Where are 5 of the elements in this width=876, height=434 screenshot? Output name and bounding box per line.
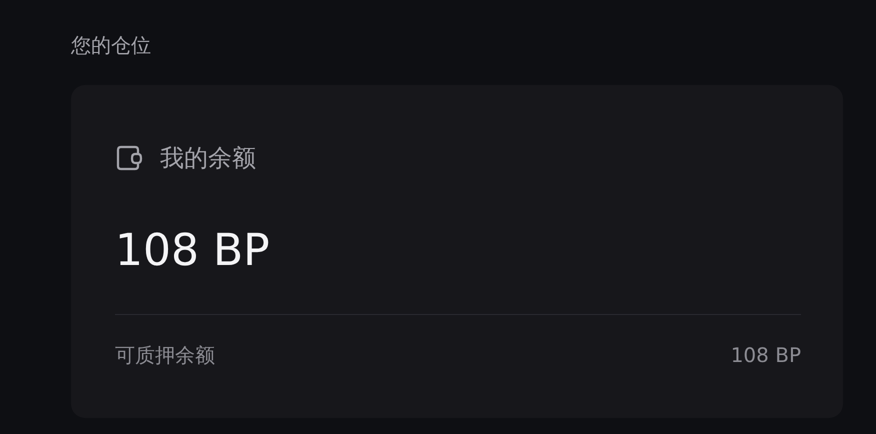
card-title: 我的余额 — [160, 143, 256, 174]
row-label: 可质押余额 — [115, 342, 215, 369]
balance-amount: 108 BP — [115, 224, 271, 278]
row-value: 108 BP — [730, 342, 801, 369]
section-title: 您的仓位 — [71, 32, 152, 59]
